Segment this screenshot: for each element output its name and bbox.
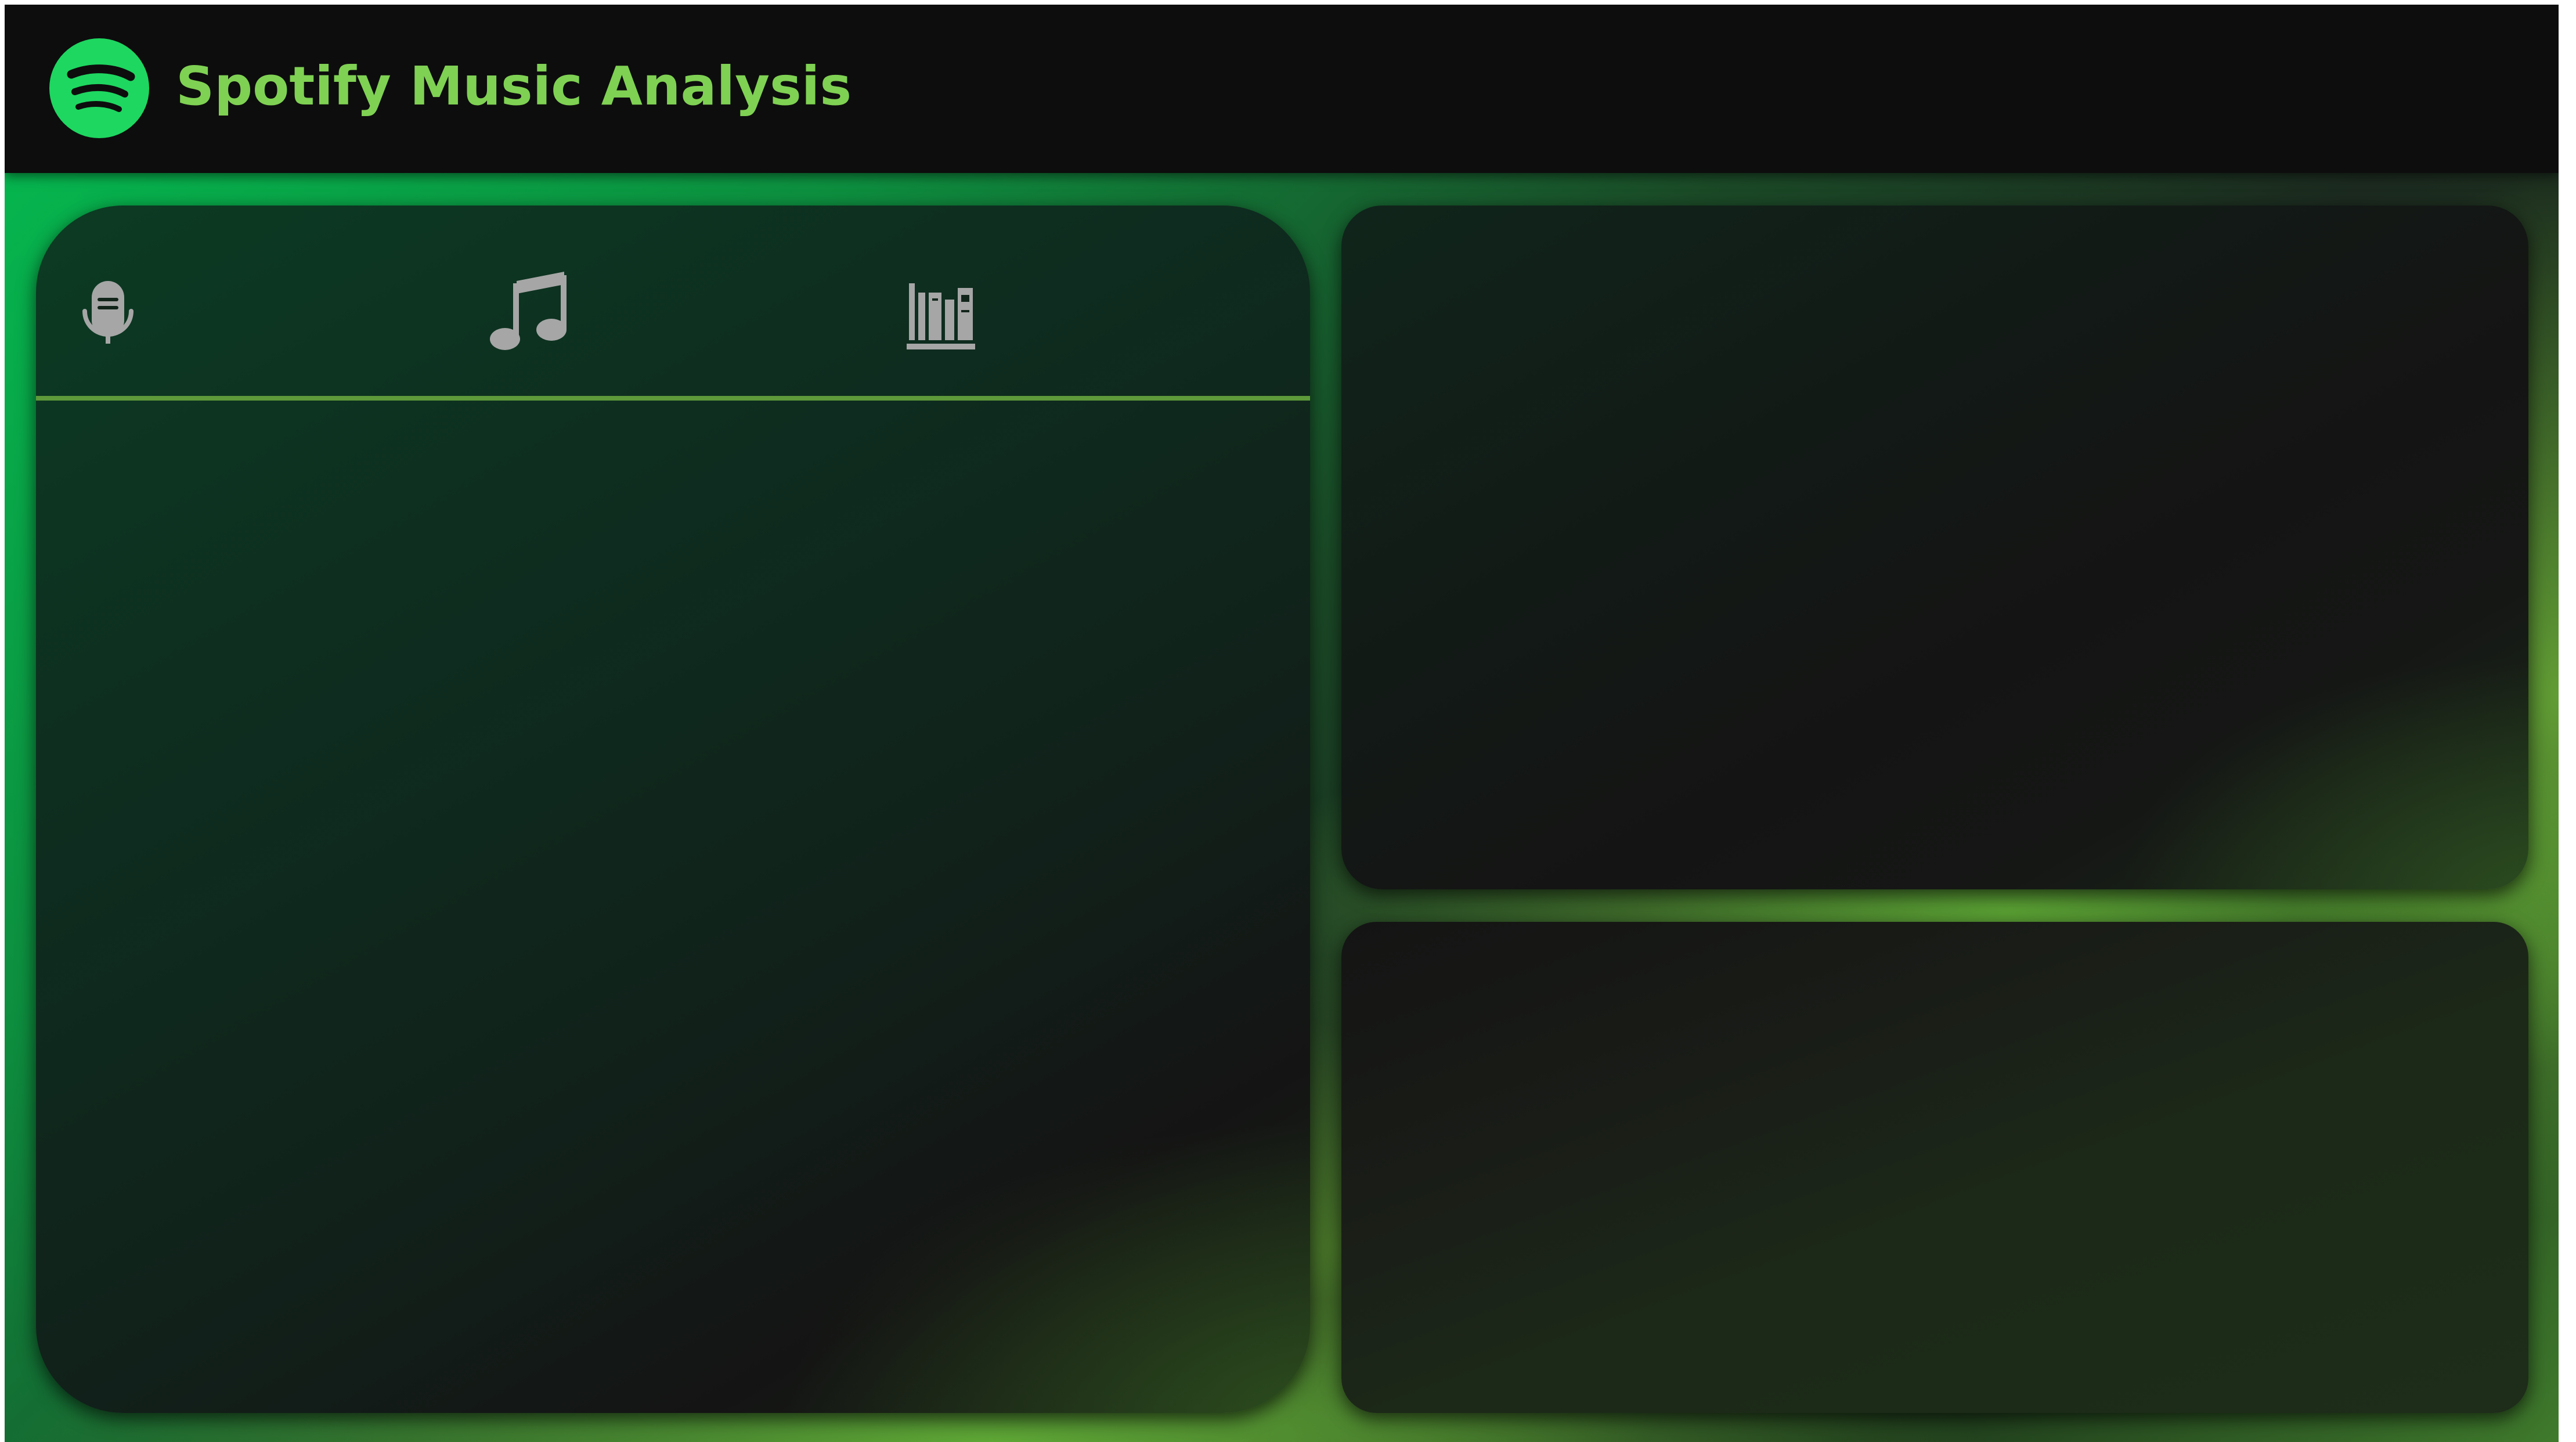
- top-right-panel: [1341, 206, 2528, 889]
- music-note-icon: [490, 272, 567, 350]
- app-title: Spotify Music Analysis: [176, 55, 852, 117]
- tab-strip: [36, 206, 1310, 401]
- library-books-icon: [907, 283, 975, 349]
- tab-songs[interactable]: [483, 269, 576, 356]
- bottom-right-panel: [1341, 922, 2528, 1413]
- podcast-microphone-icon: [82, 281, 134, 344]
- bottom-right-content-area: [1341, 922, 2528, 1413]
- empty-content-area: [36, 401, 1310, 1413]
- spotify-logo-icon: [49, 38, 149, 138]
- tab-divider: [36, 396, 1310, 401]
- navigation-panel-content: [36, 401, 1310, 1413]
- dashboard-workspace: [5, 173, 2559, 1442]
- tab-podcasts[interactable]: [73, 269, 143, 356]
- navigation-panel: [36, 206, 1310, 1413]
- app-header: Spotify Music Analysis: [5, 5, 2559, 173]
- dashboard-frame: Spotify Music Analysis: [5, 5, 2559, 1442]
- top-right-content-area: [1341, 206, 2528, 889]
- tab-library[interactable]: [901, 269, 982, 356]
